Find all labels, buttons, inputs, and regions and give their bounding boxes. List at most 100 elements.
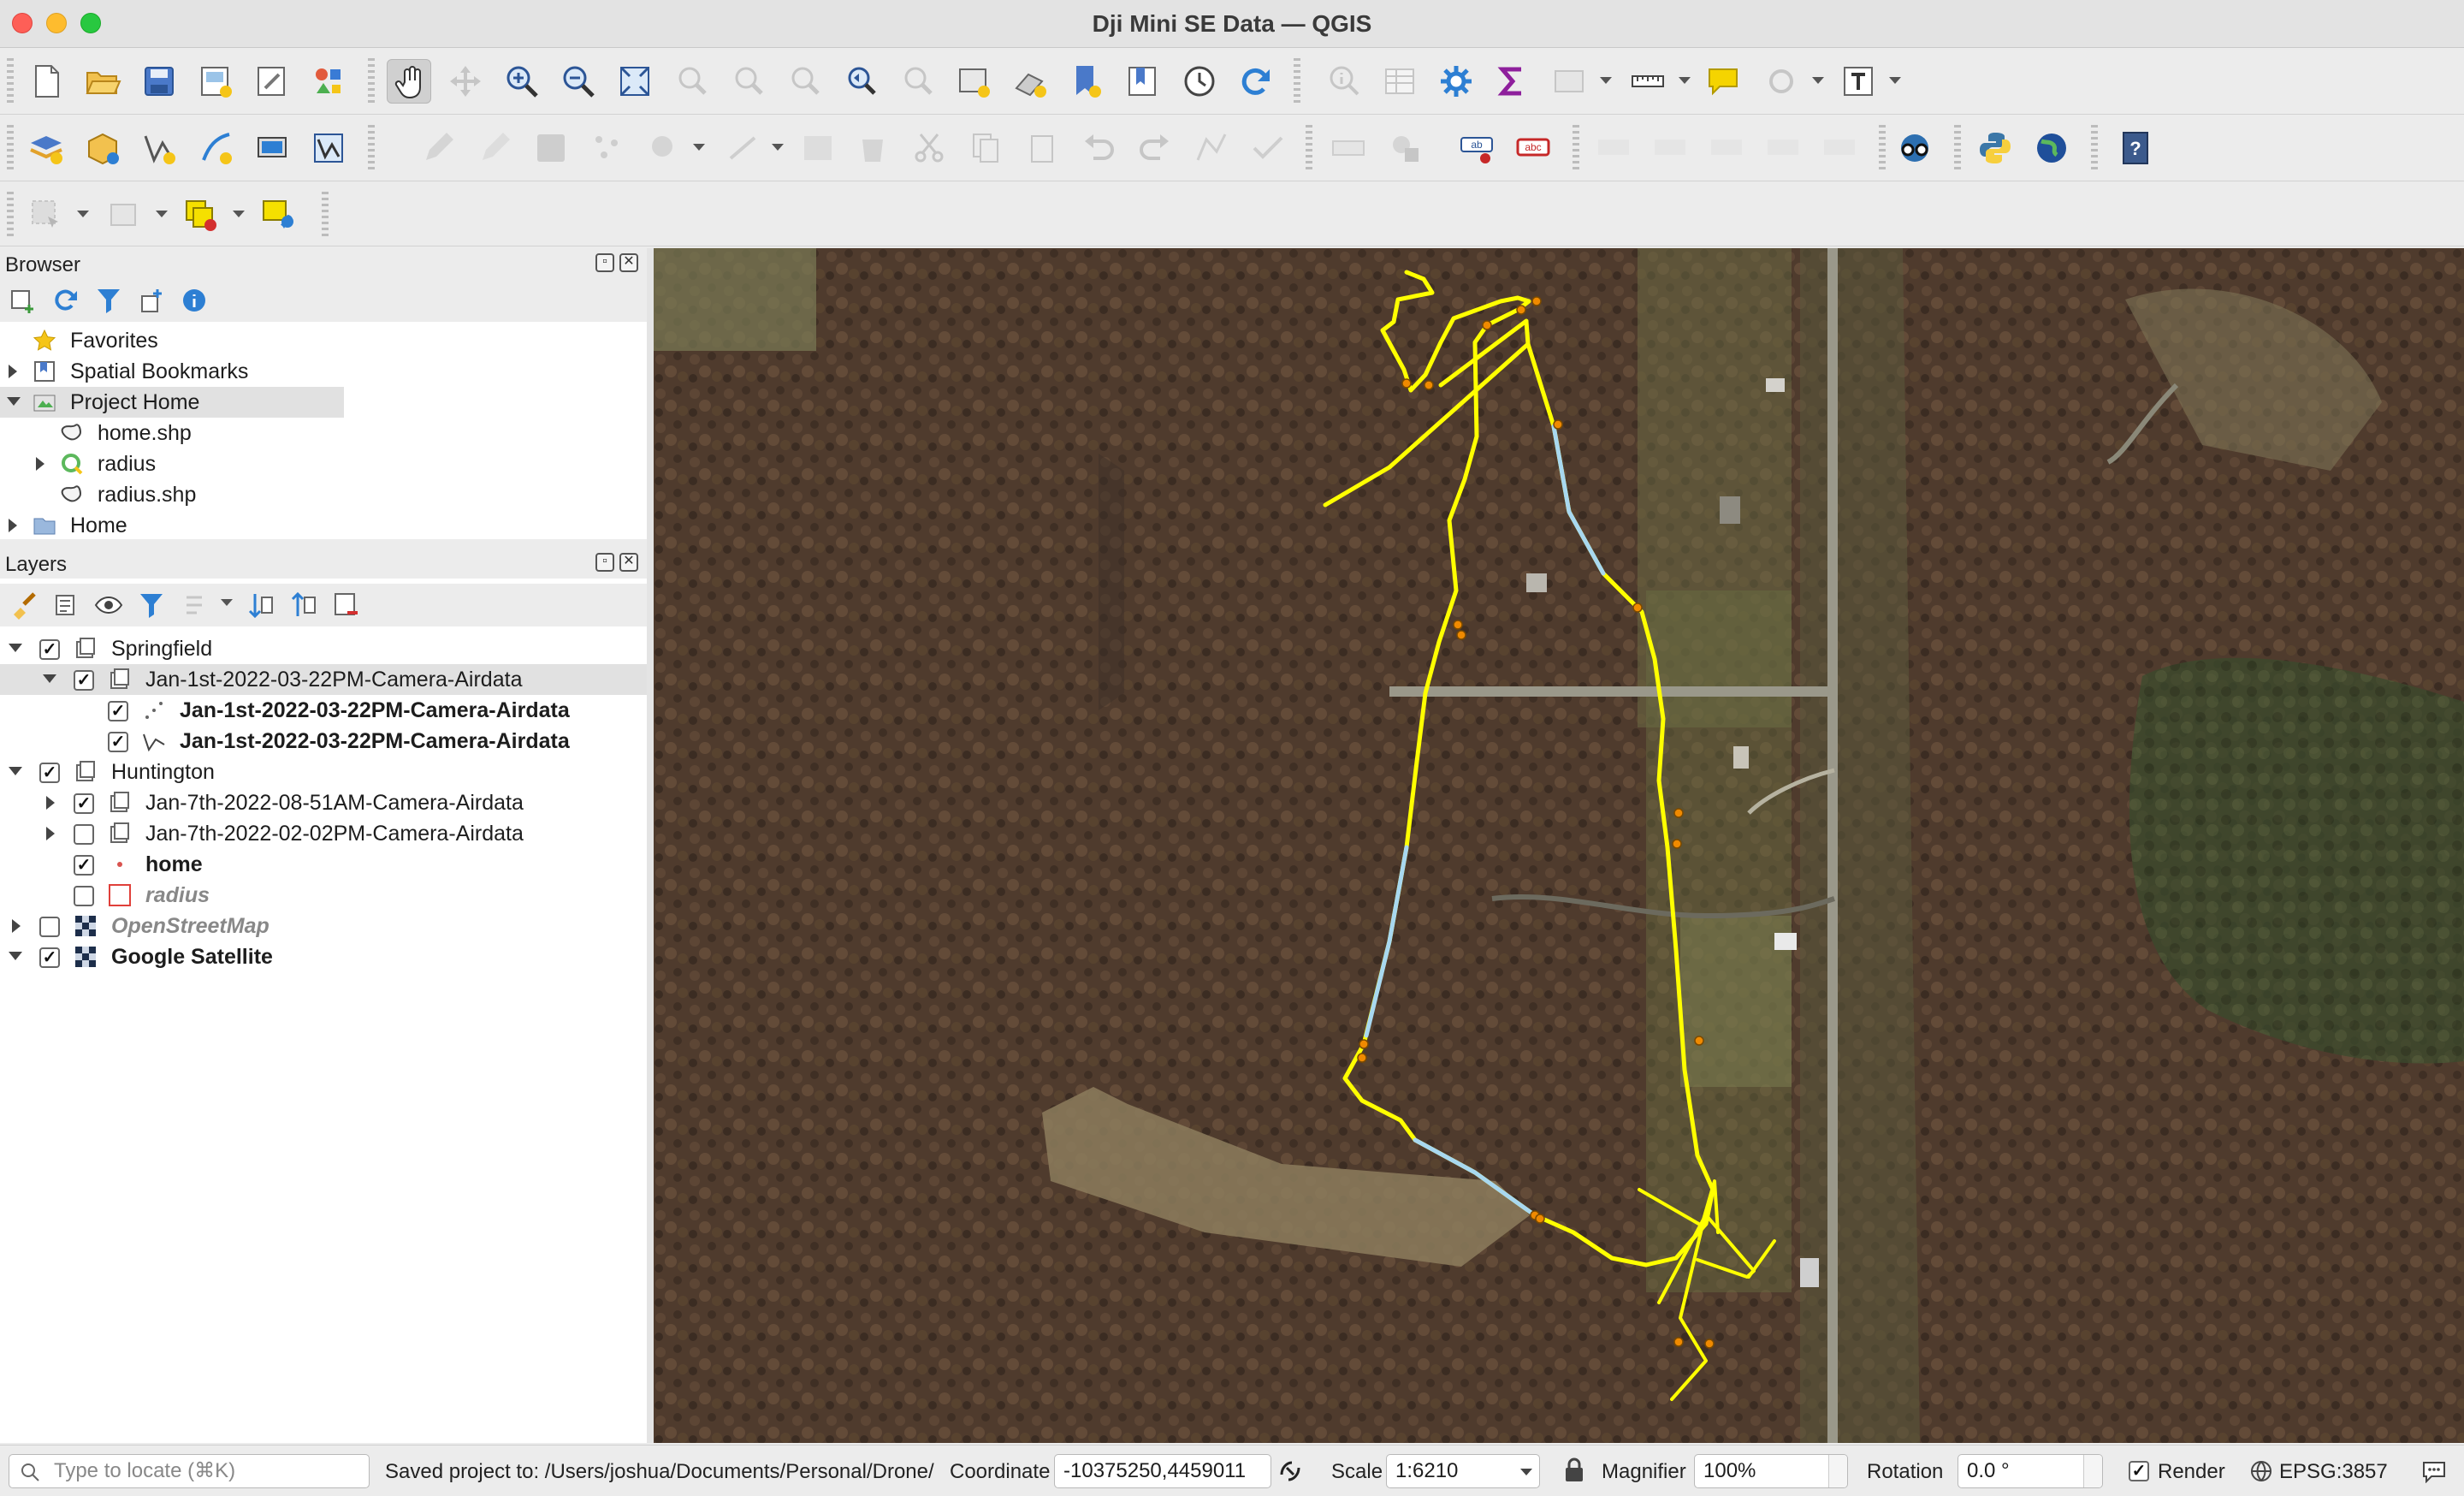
waypoint-marker[interactable] — [1401, 378, 1412, 389]
toggle-extents-icon[interactable] — [1278, 1459, 1302, 1483]
filter-by-expression-icon[interactable] — [175, 585, 214, 625]
move-label-icon[interactable] — [1648, 126, 1692, 170]
browser-item-favorites[interactable]: Favorites — [0, 325, 647, 356]
measure-dropdown[interactable] — [1679, 77, 1691, 84]
zoom-full-icon[interactable] — [613, 59, 657, 104]
modify-attributes-icon[interactable] — [796, 126, 840, 170]
expand-all-icon[interactable] — [241, 585, 281, 625]
waypoint-marker[interactable] — [1704, 1339, 1715, 1349]
toolbar-grip[interactable] — [368, 58, 375, 104]
waypoint-marker[interactable] — [1672, 839, 1682, 849]
advanced-digitize-icon[interactable] — [1246, 126, 1290, 170]
zoom-to-selection-icon[interactable] — [669, 59, 714, 104]
collapse-all-icon[interactable] — [284, 585, 323, 625]
new-bookmark-icon[interactable] — [1064, 59, 1109, 104]
expand-arrow-icon[interactable] — [9, 365, 17, 378]
select-dropdown-2[interactable] — [77, 211, 89, 217]
python-console-icon[interactable] — [1973, 126, 2017, 170]
measure-line-icon[interactable] — [1626, 59, 1670, 104]
layer-visibility-checkbox[interactable]: ✓ — [39, 763, 60, 783]
annotation-dropdown[interactable] — [1889, 77, 1901, 84]
zoom-next-icon[interactable] — [895, 59, 939, 104]
save-edits-icon[interactable] — [529, 126, 573, 170]
change-label-icon[interactable] — [1761, 126, 1805, 170]
zoom-to-layer-icon[interactable] — [726, 59, 770, 104]
browser-item-spatial-bookmarks[interactable]: Spatial Bookmarks — [0, 356, 647, 387]
label-properties-icon[interactable] — [1817, 126, 1862, 170]
browser-item-home-folder[interactable]: Home — [0, 510, 647, 539]
open-project-icon[interactable] — [80, 59, 125, 104]
filter-icon[interactable] — [89, 281, 128, 320]
select-features-icon[interactable] — [1759, 59, 1804, 104]
layout-manager-icon[interactable] — [250, 59, 294, 104]
select-by-area-icon[interactable] — [24, 193, 68, 237]
layer-home[interactable]: ✓ home — [0, 849, 647, 880]
layer-visibility-checkbox[interactable]: ✓ — [39, 947, 60, 968]
expand-arrow-icon[interactable] — [12, 919, 21, 933]
waypoint-marker[interactable] — [1424, 380, 1434, 390]
layer-jan1-points[interactable]: ✓ Jan-1st-2022-03-22PM-Camera-Airdata — [0, 695, 647, 726]
new-project-icon[interactable] — [24, 59, 68, 104]
expand-arrow-icon[interactable] — [36, 457, 44, 471]
layer-visibility-checkbox[interactable]: ✓ — [74, 793, 94, 814]
vertex-tool-dropdown[interactable] — [772, 144, 784, 151]
open-attribute-table-icon[interactable] — [1377, 59, 1422, 104]
copy-features-icon[interactable] — [963, 126, 1008, 170]
collapse-arrow-icon[interactable] — [43, 674, 56, 683]
scale-dropdown-arrow-icon[interactable] — [1520, 1469, 1532, 1475]
new-3d-map-view-icon[interactable] — [1008, 59, 1052, 104]
label-toolbar-icon[interactable] — [1326, 126, 1371, 170]
zoom-out-icon[interactable] — [556, 59, 601, 104]
waypoint-marker[interactable] — [1516, 305, 1526, 315]
toolbar-grip[interactable] — [322, 192, 329, 238]
layer-visibility-checkbox[interactable]: ✓ — [39, 639, 60, 660]
label-pin-icon[interactable]: ab — [1454, 126, 1499, 170]
close-panel-button[interactable]: ✕ — [619, 553, 638, 572]
waypoint-marker[interactable] — [1359, 1039, 1369, 1049]
help-icon[interactable]: ? — [2113, 126, 2158, 170]
rotation-field[interactable]: 0.0 ° — [1958, 1454, 2103, 1488]
toolbar-grip[interactable] — [7, 125, 14, 171]
map-tips-icon[interactable] — [1701, 59, 1745, 104]
new-print-layout-icon[interactable] — [193, 59, 238, 104]
digitize-shape-icon[interactable] — [1189, 126, 1234, 170]
layer-jan1-line[interactable]: ✓ Jan-1st-2022-03-22PM-Camera-Airdata — [0, 726, 647, 757]
temporal-controller-icon[interactable] — [1177, 59, 1222, 104]
browser-item-project-home[interactable]: Project Home — [0, 387, 344, 418]
waypoint-marker[interactable] — [1632, 603, 1643, 613]
add-feature-dropdown[interactable] — [693, 144, 705, 151]
collapse-arrow-icon[interactable] — [9, 952, 22, 960]
remove-selection-dropdown[interactable] — [233, 211, 245, 217]
vertex-tool-icon[interactable] — [720, 126, 765, 170]
zoom-in-icon[interactable] — [500, 59, 544, 104]
layer-group-springfield[interactable]: ✓ Springfield — [0, 633, 647, 664]
toolbar-grip[interactable] — [1879, 125, 1886, 171]
rotation-spinner[interactable] — [2083, 1455, 2102, 1487]
digitize-icon[interactable] — [585, 126, 630, 170]
waypoint-marker[interactable] — [1673, 808, 1684, 818]
expand-arrow-icon[interactable] — [46, 827, 55, 840]
select-dropdown[interactable] — [1812, 77, 1824, 84]
remove-layer-icon[interactable] — [327, 585, 366, 625]
toolbar-grip[interactable] — [368, 125, 375, 171]
new-shapefile-layer-icon[interactable] — [137, 126, 181, 170]
add-group-icon[interactable] — [46, 585, 86, 625]
collapse-all-icon[interactable] — [132, 281, 171, 320]
layer-diagram-icon[interactable] — [1383, 126, 1427, 170]
float-panel-button[interactable]: ▫ — [595, 553, 614, 572]
refresh-icon[interactable] — [1234, 59, 1278, 104]
layer-group-jan1-airdata[interactable]: ✓ Jan-1st-2022-03-22PM-Camera-Airdata — [0, 664, 647, 695]
layer-visibility-checkbox[interactable] — [74, 824, 94, 845]
save-project-icon[interactable] — [137, 59, 181, 104]
rotate-label-icon[interactable] — [1704, 126, 1749, 170]
field-calculator-dropdown[interactable] — [1600, 77, 1612, 84]
layer-google-satellite[interactable]: ✓ Google Satellite — [0, 941, 647, 972]
crs-label[interactable]: EPSG:3857 — [2279, 1460, 2388, 1484]
style-manager-icon[interactable] — [306, 59, 351, 104]
collapse-arrow-icon[interactable] — [7, 397, 21, 406]
toolbar-grip[interactable] — [7, 192, 14, 238]
new-map-view-icon[interactable] — [951, 59, 996, 104]
deselect-dropdown[interactable] — [156, 211, 168, 217]
new-virtual-layer-icon[interactable] — [250, 126, 294, 170]
label-highlight-icon[interactable]: abc — [1511, 126, 1555, 170]
